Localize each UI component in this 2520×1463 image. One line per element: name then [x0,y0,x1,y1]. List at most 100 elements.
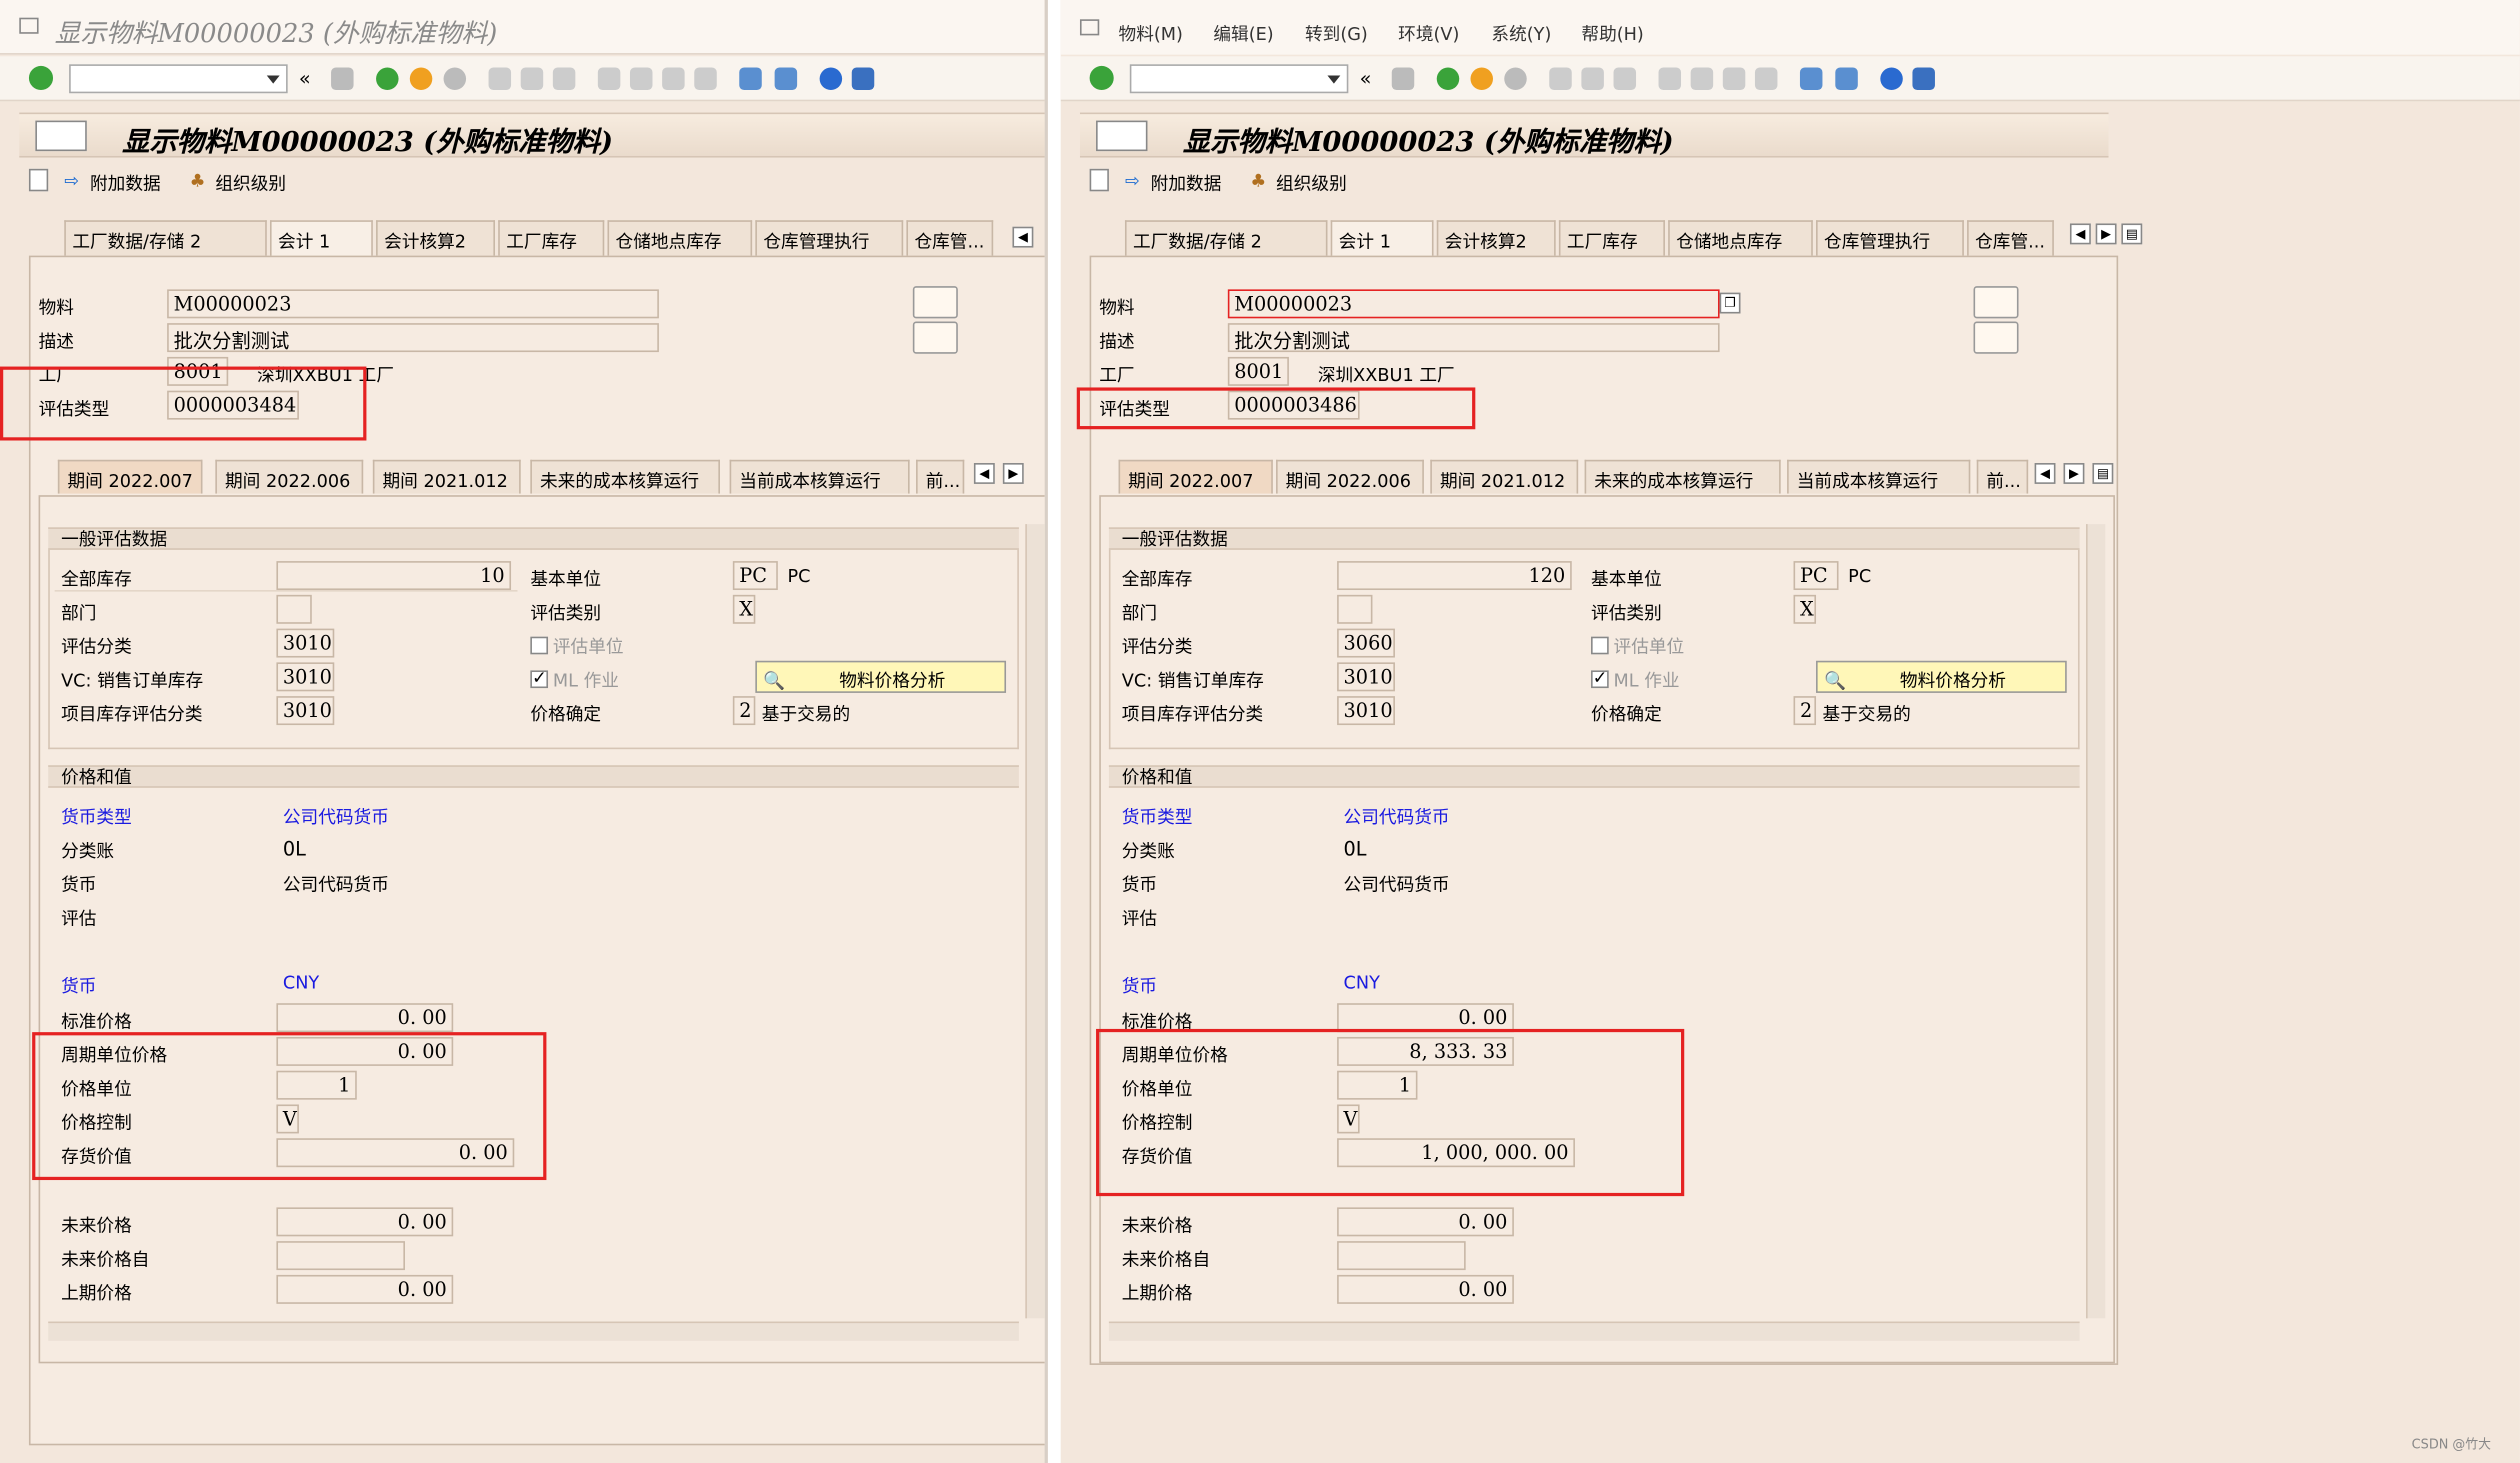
print-icon[interactable] [488,67,512,91]
new-session-icon[interactable] [1799,67,1823,91]
additional-data-button[interactable]: 附加数据 [90,170,161,196]
price-determination-field[interactable]: 2 [1793,696,1817,726]
tab-list-icon[interactable]: ▤ [2121,223,2143,245]
menu-help[interactable]: 帮助(H) [1581,21,1643,47]
currency-type-label[interactable]: 货币类型 [1122,804,1193,830]
subtab-left-icon[interactable]: ◀ [2034,463,2056,484]
previous-price-field[interactable]: 0. 00 [1337,1274,1514,1304]
tab-current-costing[interactable]: 当前成本核算运行 [1787,459,1971,494]
info-icon[interactable] [1973,286,2019,319]
subtab-list-icon[interactable]: ▤ [2092,463,2114,484]
collapse-icon[interactable]: « [299,68,321,91]
tab-previous[interactable]: 前... [1976,459,2029,494]
exit-icon[interactable] [1470,67,1493,91]
tab-wm-more[interactable]: 仓库管... [1967,220,2054,256]
material-field[interactable]: M00000023 [1227,289,1720,319]
layout-icon[interactable] [851,67,875,91]
total-stock-field[interactable]: 120 [1337,561,1572,591]
tab-period-2022-007[interactable]: 期间 2022.007 [1118,459,1273,494]
ml-active-checkbox[interactable] [1591,667,1609,689]
previous-price-field[interactable]: 0. 00 [276,1274,454,1304]
currency2-value[interactable]: CNY [1344,973,1380,994]
valuation-unit-checkbox[interactable] [1591,636,1609,655]
currency2-value[interactable]: CNY [283,973,319,994]
description-field[interactable]: 批次分割测试 [1227,323,1720,353]
tab-scroll-left-icon[interactable]: ◀ [1012,226,1034,248]
currency-type-label[interactable]: 货币类型 [61,804,132,830]
tab-future-costing[interactable]: 未来的成本核算运行 [1584,459,1781,494]
valuation-class-field[interactable]: 3060 [1337,628,1395,658]
tab-storage-loc-stock[interactable]: 仓储地点库存 [607,220,753,256]
save-icon[interactable] [1391,67,1415,91]
cancel-icon[interactable] [443,67,467,91]
copy-icon[interactable]: ❐ [1719,292,1741,314]
tab-plant-stock[interactable]: 工厂库存 [498,220,605,256]
valuation-category-field[interactable]: X [732,594,756,624]
base-unit-field[interactable]: PC [732,561,778,591]
org-change-icon[interactable] [28,168,49,192]
additional-data-button[interactable]: 附加数据 [1151,170,1222,196]
back-icon[interactable] [1436,67,1460,91]
menu-goto[interactable]: 转到(G) [1305,21,1368,47]
division-field[interactable] [1337,594,1373,624]
tab-wm-execution[interactable]: 仓库管理执行 [1816,220,1964,256]
currency-type-value[interactable]: 公司代码货币 [1344,804,1450,830]
help-icon[interactable] [1880,67,1903,91]
menu-material[interactable]: 物料(M) [1119,21,1183,47]
prev-page-icon[interactable] [1690,67,1714,91]
future-price-field[interactable]: 0. 00 [276,1207,454,1237]
price-analysis-button[interactable]: 🔍 物料价格分析 [755,660,1007,693]
details-icon[interactable] [1973,321,2019,354]
next-page-icon[interactable] [662,67,685,91]
currency2-label[interactable]: 货币 [1122,973,1157,999]
tab-previous[interactable]: 前... [916,459,965,494]
valuation-unit-checkbox[interactable] [530,636,549,655]
org-levels-button[interactable]: 组织级别 [1276,170,1347,196]
ml-active-checkbox[interactable] [530,667,549,689]
menu-edit[interactable]: 编辑(E) [1213,21,1273,47]
tab-plant-storage2[interactable]: 工厂数据/存储 2 [64,220,267,256]
tab-current-costing[interactable]: 当前成本核算运行 [729,459,910,494]
print-icon[interactable] [1549,67,1572,91]
price-analysis-button[interactable]: 🔍 物料价格分析 [1816,660,2067,693]
division-field[interactable] [276,594,312,624]
menu-system[interactable]: 系统(Y) [1491,21,1551,47]
tab-period-2022-007[interactable]: 期间 2022.007 [57,459,203,494]
tab-storage-loc-stock[interactable]: 仓储地点库存 [1668,220,1813,256]
tab-costing2[interactable]: 会计核算2 [1436,220,1556,256]
future-price-from-field[interactable] [276,1241,405,1271]
tab-plant-storage2[interactable]: 工厂数据/存储 2 [1124,220,1328,256]
vc-sales-order-field[interactable]: 3010 [1337,662,1395,692]
find-icon[interactable] [1581,67,1604,91]
find-icon[interactable] [520,67,544,91]
base-unit-field[interactable]: PC [1793,561,1839,591]
tab-period-2022-006[interactable]: 期间 2022.006 [215,459,364,494]
tab-period-2022-006[interactable]: 期间 2022.006 [1276,459,1424,494]
collapse-icon[interactable]: « [1360,68,1382,91]
info-icon[interactable] [912,286,958,319]
first-page-icon[interactable] [1658,67,1682,91]
tab-future-costing[interactable]: 未来的成本核算运行 [530,459,720,494]
horizontal-scrollbar[interactable] [48,1321,1019,1341]
tab-costing2[interactable]: 会计核算2 [376,220,495,256]
new-session-icon[interactable] [739,67,762,91]
valuation-class-field[interactable]: 3010 [276,628,335,658]
vertical-scrollbar[interactable] [2086,524,2106,1319]
last-page-icon[interactable] [694,67,717,91]
help-icon[interactable] [819,67,843,91]
find-next-icon[interactable] [552,67,576,91]
description-field[interactable]: 批次分割测试 [167,323,659,353]
command-field[interactable] [69,64,288,94]
plant-field[interactable]: 8001 [1227,356,1289,386]
total-stock-field[interactable]: 10 [276,561,512,591]
tab-plant-stock[interactable]: 工厂库存 [1558,220,1665,256]
prev-page-icon[interactable] [629,67,653,91]
valuation-category-field[interactable]: X [1793,594,1817,624]
tab-accounting1[interactable]: 会计 1 [1330,220,1434,258]
tab-scroll-right-icon[interactable]: ▶ [2095,223,2117,245]
tab-wm-execution[interactable]: 仓库管理执行 [755,220,904,256]
subtab-right-icon[interactable]: ▶ [1002,463,1024,484]
horizontal-scrollbar[interactable] [1108,1321,2080,1341]
command-field[interactable] [1129,64,1349,94]
shortcut-icon[interactable] [1835,67,1858,91]
